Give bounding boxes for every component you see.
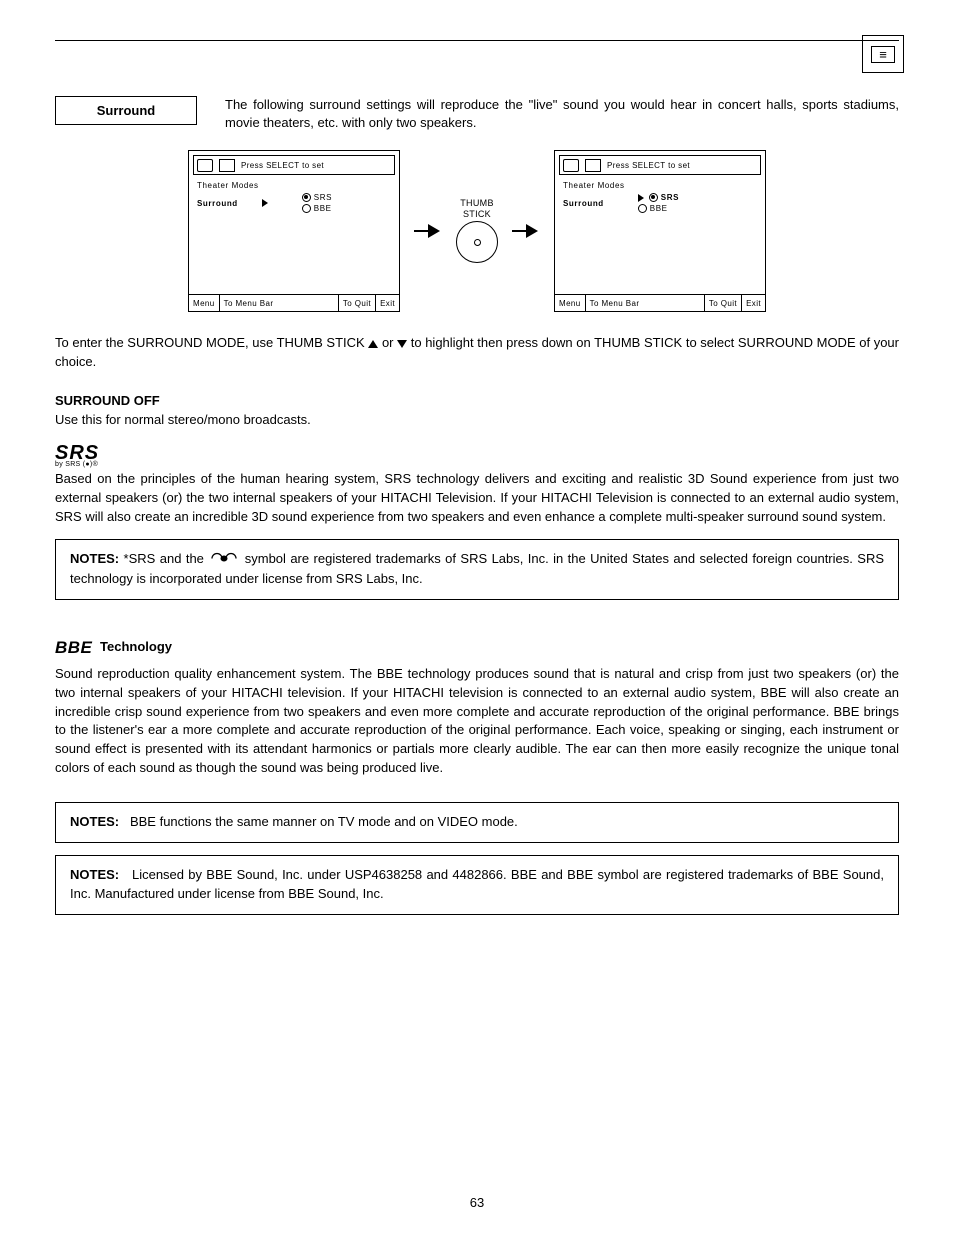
radio-empty-icon: [302, 204, 311, 213]
osd-screen-1: Press SELECT to set Theater Modes Surrou…: [188, 150, 400, 312]
notes-label: NOTES:: [70, 867, 119, 882]
osd2-opt-srs: SRS: [661, 193, 679, 202]
srs-notes-box: NOTES: *SRS and the symbol are registere…: [55, 539, 899, 601]
radio-filled-icon: [302, 193, 311, 202]
osd-diagram-row: Press SELECT to set Theater Modes Surrou…: [55, 150, 899, 312]
radio-filled-icon: [649, 193, 658, 202]
triangle-up-icon: [368, 340, 378, 348]
srs-symbol-icon: [210, 552, 238, 571]
srs-logo-subtext: by SRS (●)®: [55, 462, 899, 468]
bbe-note2-text: Licensed by BBE Sound, Inc. under USP463…: [70, 867, 884, 901]
bbe-technology-label: Technology: [96, 639, 172, 654]
surround-off-paragraph: Use this for normal stereo/mono broadcas…: [55, 411, 899, 430]
osd1-opt-bbe: BBE: [314, 204, 332, 213]
speaker-icon: [197, 159, 213, 172]
osd2-menu: Menu: [555, 295, 586, 311]
radio-empty-icon: [638, 204, 647, 213]
srs-logo: SRS by SRS (●)®: [55, 444, 899, 468]
osd1-theater-modes: Theater Modes: [197, 181, 391, 190]
surround-off-heading: SURROUND OFF: [55, 392, 899, 411]
arrow-right-icon: [638, 194, 644, 202]
osd1-exit: Exit: [376, 295, 399, 311]
notes-label: NOTES:: [70, 814, 119, 829]
arrow-right-icon: [262, 199, 268, 207]
bbe-notes-box-1: NOTES: BBE functions the same manner on …: [55, 802, 899, 843]
flow-arrow-1: [414, 224, 442, 238]
thumb-stick-diagram: THUMB STICK: [456, 199, 498, 263]
triangle-down-icon: [397, 340, 407, 348]
osd1-to-menu-bar: To Menu Bar: [220, 295, 278, 311]
osd1-opt-srs: SRS: [314, 193, 332, 202]
osd2-to-quit: To Quit: [704, 295, 742, 311]
notes-label: NOTES:: [70, 551, 119, 566]
header-rule: [55, 40, 899, 41]
thumbstick-label-2: STICK: [463, 210, 491, 219]
bbe-heading: BBE Technology: [55, 636, 899, 661]
page-number: 63: [0, 1195, 954, 1210]
osd-screen-2: Press SELECT to set Theater Modes Surrou…: [554, 150, 766, 312]
osd1-to-quit: To Quit: [338, 295, 376, 311]
osd2-theater-modes: Theater Modes: [563, 181, 757, 190]
thumbstick-label-1: THUMB: [460, 199, 494, 208]
bbe-notes-box-2: NOTES: Licensed by BBE Sound, Inc. under…: [55, 855, 899, 915]
osd2-top-label: Press SELECT to set: [607, 161, 690, 170]
srs-paragraph: Based on the principles of the human hea…: [55, 470, 899, 527]
osd1-menu: Menu: [189, 295, 220, 311]
surround-intro-text: The following surround settings will rep…: [225, 96, 899, 132]
flow-arrow-2: [512, 224, 540, 238]
speaker-icon: [563, 159, 579, 172]
osd2-exit: Exit: [742, 295, 765, 311]
osd2-to-menu-bar: To Menu Bar: [586, 295, 644, 311]
section-label-surround: Surround: [55, 96, 197, 125]
osd2-surround-label: Surround: [563, 199, 604, 208]
bbe-logo: BBE: [55, 636, 92, 661]
enter-surround-mode-paragraph: To enter the SURROUND MODE, use THUMB ST…: [55, 334, 899, 372]
page-corner-tab-icon: ≡: [862, 35, 904, 73]
osd2-opt-bbe: BBE: [650, 204, 668, 213]
bbe-note1-text: BBE functions the same manner on TV mode…: [130, 814, 518, 829]
tv-icon: [219, 159, 235, 172]
osd1-surround-label: Surround: [197, 199, 238, 208]
tv-icon: [585, 159, 601, 172]
osd1-top-label: Press SELECT to set: [241, 161, 324, 170]
bbe-paragraph: Sound reproduction quality enhancement s…: [55, 665, 899, 778]
srs-logo-text: SRS: [55, 444, 899, 462]
